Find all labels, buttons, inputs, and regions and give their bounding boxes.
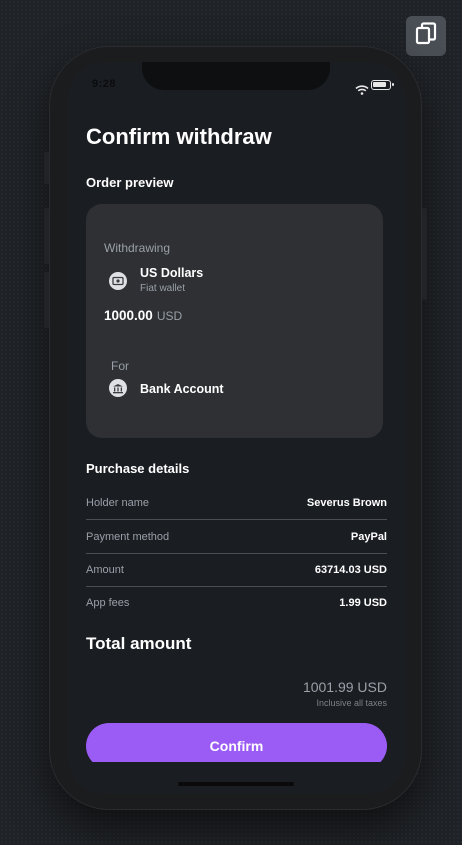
withdraw-amount: 1000.00 USD	[104, 308, 182, 323]
order-preview-heading: Order preview	[86, 175, 174, 190]
order-preview-card: Withdrawing US Dollars Fiat wallet 1000.…	[86, 204, 383, 438]
home-indicator	[178, 782, 294, 786]
total-amount-note: Inclusive all taxes	[316, 698, 387, 708]
bank-icon	[109, 379, 127, 397]
detail-row-app-fees: App fees 1.99 USD	[86, 586, 387, 620]
total-amount-heading: Total amount	[86, 634, 192, 653]
battery-icon	[371, 80, 394, 90]
screen-bottom-area	[68, 762, 405, 794]
wifi-icon	[355, 80, 369, 99]
detail-label: Payment method	[86, 530, 170, 543]
detail-label: Holder name	[86, 496, 149, 509]
total-amount-value: 1001.99 USD	[302, 679, 387, 695]
detail-value: PayPal	[350, 530, 387, 543]
detail-row-payment-method: Payment method PayPal	[86, 520, 387, 554]
phone-notch	[142, 62, 330, 90]
detail-label: Amount	[86, 563, 124, 576]
page-title: Confirm withdraw	[86, 124, 272, 149]
cash-icon	[109, 272, 127, 290]
destination-name: Bank Account	[140, 382, 224, 396]
phone-volume-up	[44, 208, 49, 264]
phone-side-button	[44, 152, 49, 184]
detail-label: App fees	[86, 597, 130, 609]
copy-button[interactable]	[406, 16, 446, 56]
detail-value: Severus Brown	[306, 496, 387, 509]
for-label: For	[111, 359, 129, 373]
phone-screen: 9:28 Confirm withdraw Order preview With…	[68, 62, 405, 794]
detail-value: 1.99 USD	[339, 597, 387, 609]
copy-icon	[415, 22, 437, 50]
detail-row-holder-name: Holder name Severus Brown	[86, 486, 387, 520]
withdraw-amount-value: 1000.00	[104, 308, 153, 323]
detail-value: 63714.03 USD	[314, 563, 387, 576]
phone-volume-down	[44, 272, 49, 328]
phone-power-button	[422, 208, 427, 300]
wallet-type: Fiat wallet	[140, 283, 186, 294]
purchase-details-heading: Purchase details	[86, 461, 190, 476]
status-time: 9:28	[92, 78, 117, 90]
withdrawing-label: Withdrawing	[104, 241, 171, 255]
withdraw-amount-currency: USD	[156, 309, 183, 323]
detail-row-amount: Amount 63714.03 USD	[86, 553, 387, 587]
currency-name: US Dollars	[140, 266, 204, 280]
